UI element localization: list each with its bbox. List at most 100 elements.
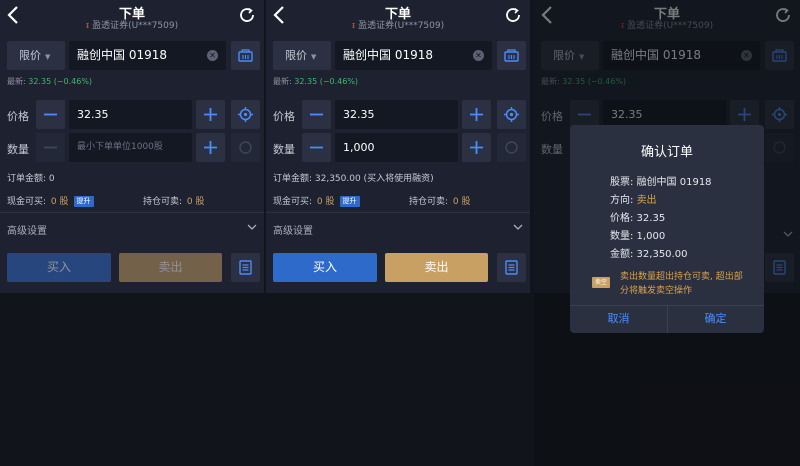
qty-input[interactable]: 1,000 — [335, 133, 458, 162]
sell-button[interactable]: 卖出 — [385, 253, 488, 282]
plus-icon — [470, 108, 483, 121]
orders-button[interactable] — [497, 253, 526, 282]
price-input[interactable]: 32.35 — [69, 100, 192, 129]
clear-icon[interactable]: ✕ — [207, 50, 218, 61]
advanced-settings[interactable]: 高级设置 — [273, 222, 313, 237]
max-qty-button[interactable] — [231, 133, 260, 162]
advanced-settings[interactable]: 高级设置 — [7, 222, 47, 237]
price-minus-button[interactable] — [302, 100, 331, 129]
refresh-icon[interactable] — [504, 6, 522, 24]
chevron-down-icon[interactable] — [247, 223, 257, 231]
refresh-icon[interactable] — [238, 6, 256, 24]
price-input[interactable]: 32.35 — [335, 100, 458, 129]
boost-tag[interactable]: 提升 — [339, 196, 360, 207]
dialog-title: 确认订单 — [640, 145, 693, 160]
target-price-button[interactable] — [497, 100, 526, 129]
hold-sellable: 持仓可卖: 0 股 — [409, 194, 471, 207]
minus-icon — [44, 146, 57, 149]
broker-account: ᵻ 盈透证券(U***7509) — [0, 18, 264, 31]
symbol-text: 融创中国 01918 — [77, 48, 167, 62]
order-type-select[interactable]: 限价 ▼ — [7, 41, 65, 70]
qty-plus-button[interactable] — [196, 133, 225, 162]
order-amount: 订单金额: 32,350.00 (买入将使用融资) — [273, 174, 434, 184]
clear-icon[interactable]: ✕ — [473, 50, 484, 61]
cash-label: 现金可买: — [7, 197, 47, 207]
target-price-button[interactable] — [231, 100, 260, 129]
price-minus-button[interactable] — [36, 100, 65, 129]
price-plus-button[interactable] — [196, 100, 225, 129]
max-qty-button[interactable] — [497, 133, 526, 162]
buy-button[interactable]: 买入 — [273, 253, 377, 282]
direction-label: 方向: — [610, 195, 637, 206]
cash-value: 0 股 — [50, 197, 69, 207]
caret-down-icon: ▼ — [45, 53, 51, 61]
basket-button[interactable] — [231, 41, 260, 70]
qty-label: 数量 — [7, 143, 29, 156]
order-type-label: 限价 — [19, 49, 41, 62]
dialog-amount: 金额: 32,350.00 — [610, 249, 688, 260]
plus-icon — [204, 141, 217, 154]
header: 下单 ᵻ 盈透证券(U***7509) — [266, 0, 530, 34]
price-plus-button[interactable] — [462, 100, 491, 129]
cancel-button[interactable]: 取消 — [570, 305, 667, 333]
plus-icon — [204, 108, 217, 121]
confirm-order-dialog: 确认订单 股票: 融创中国 01918 方向: 卖出 价格: 32.35 数量:… — [570, 125, 764, 333]
document-icon — [239, 260, 252, 275]
order-screen-empty: 下单 ᵻ 盈透证券(U***7509) 限价 ▼ 融创中国 01918 ✕ 最新:… — [0, 0, 264, 466]
caret-down-icon: ▼ — [311, 53, 317, 61]
sell-button[interactable]: 卖出 — [119, 253, 222, 282]
symbol-input[interactable]: 融创中国 01918 ✕ — [335, 41, 492, 70]
order-screen-confirm: 下单 ᵻ 盈透证券(U***7509) 限价▼ 融创中国 01918 ✕ 最新:… — [534, 0, 800, 466]
broker-status-icon: ᵻ — [85, 21, 90, 31]
broker-label: 盈透证券(U***7509) — [358, 21, 445, 31]
cash-buyable: 现金可买: 0 股提升 — [273, 194, 360, 207]
broker-status-icon: ᵻ — [351, 21, 356, 31]
order-panel: 下单 ᵻ 盈透证券(U***7509) 限价 ▼ 融创中国 01918 ✕ 最新:… — [266, 0, 530, 293]
symbol-input[interactable]: 融创中国 01918 ✕ — [69, 41, 226, 70]
short-sell-warning: 卖出数量超出持仓可卖, 超出部分将触发卖空操作 — [620, 272, 743, 296]
latest-label: 最新: — [273, 77, 292, 86]
order-amount: 订单金额: 0 — [7, 174, 55, 184]
minus-icon — [310, 113, 323, 116]
divider — [266, 212, 530, 213]
hold-sellable: 持仓可卖: 0 股 — [143, 194, 205, 207]
dialog-direction: 方向: 卖出 — [610, 191, 657, 206]
broker-label: 盈透证券(U***7509) — [92, 21, 179, 31]
buy-button[interactable]: 买入 — [7, 253, 111, 282]
symbol-text: 融创中国 01918 — [343, 48, 433, 62]
clock-icon — [505, 141, 518, 154]
qty-minus-button[interactable] — [36, 133, 65, 162]
boost-tag[interactable]: 提升 — [73, 196, 94, 207]
latest-value: 32.35 (−0.46%) — [294, 77, 359, 86]
confirm-button[interactable]: 确定 — [667, 305, 764, 333]
qty-minus-button[interactable] — [302, 133, 331, 162]
direction-value: 卖出 — [636, 195, 657, 206]
cash-buyable: 现金可买: 0 股提升 — [7, 194, 94, 207]
qty-plus-button[interactable] — [462, 133, 491, 162]
order-screen-filled: 下单 ᵻ 盈透证券(U***7509) 限价 ▼ 融创中国 01918 ✕ 最新:… — [266, 0, 530, 466]
basket-button[interactable] — [497, 41, 526, 70]
plus-icon — [470, 141, 483, 154]
orders-button[interactable] — [231, 253, 260, 282]
short-sell-tag: 卖空 — [592, 277, 610, 288]
latest-price: 最新: 32.35 (−0.46%) — [7, 76, 92, 87]
chevron-down-icon[interactable] — [513, 223, 523, 231]
order-panel: 下单 ᵻ 盈透证券(U***7509) 限价 ▼ 融创中国 01918 ✕ 最新:… — [0, 0, 264, 293]
order-type-select[interactable]: 限价 ▼ — [273, 41, 331, 70]
cash-label: 现金可买: — [273, 197, 313, 207]
qty-input[interactable]: 最小下单单位1000股 — [69, 133, 192, 162]
crosshair-icon — [238, 107, 253, 122]
basket-icon — [238, 49, 253, 62]
crosshair-icon — [504, 107, 519, 122]
hold-label: 持仓可卖: — [409, 197, 449, 207]
basket-icon — [504, 49, 519, 62]
hold-value: 0 股 — [452, 197, 471, 207]
divider — [0, 212, 264, 213]
hold-label: 持仓可卖: — [143, 197, 183, 207]
qty-label: 数量 — [273, 143, 295, 156]
dialog-stock: 股票: 融创中国 01918 — [610, 177, 712, 188]
hold-value: 0 股 — [186, 197, 205, 207]
minus-icon — [310, 146, 323, 149]
latest-price: 最新: 32.35 (−0.46%) — [273, 76, 358, 87]
dialog-price: 价格: 32.35 — [610, 213, 666, 224]
